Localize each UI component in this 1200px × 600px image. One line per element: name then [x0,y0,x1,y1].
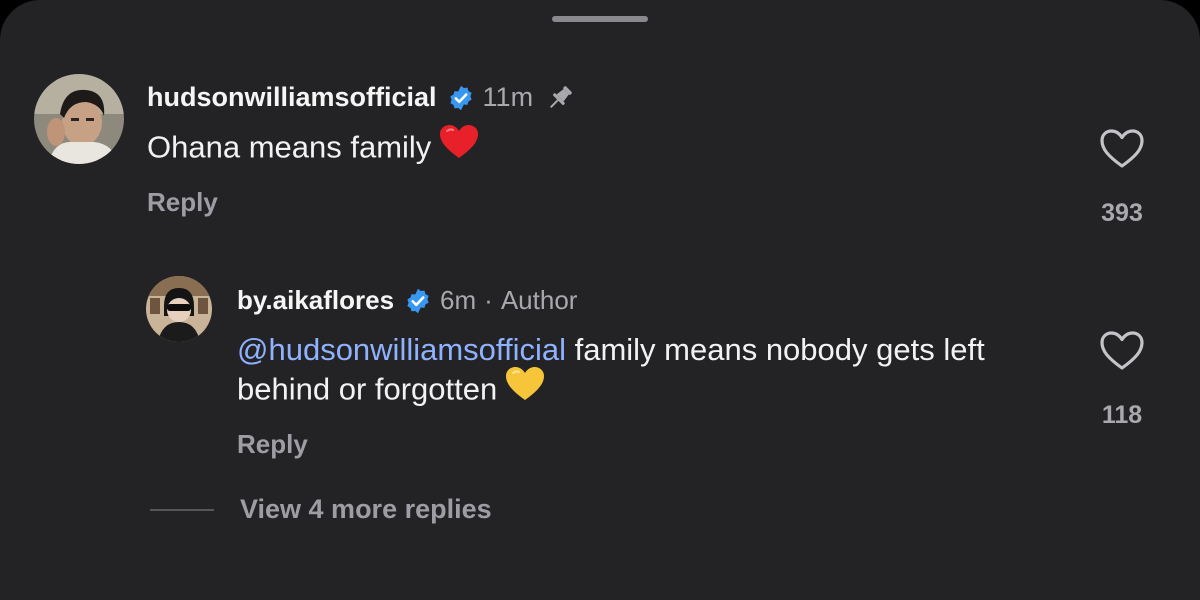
author-tag: Author [500,285,578,315]
like-control: 118 [1082,330,1162,430]
username-text[interactable]: hudsonwilliamsofficial [147,82,437,113]
comment-username[interactable]: hudsonwilliamsofficial 11m [147,82,575,113]
like-count: 118 [1101,401,1143,429]
view-more-replies-button[interactable]: View 4 more replies [150,494,492,525]
comment-timestamp: 11m [482,82,534,112]
username-text[interactable]: by.aikaflores [237,285,394,316]
comment-text: Ohana means family [147,124,479,172]
verified-badge-icon [404,287,432,315]
sheet-grabber[interactable] [552,16,648,22]
view-more-label[interactable]: View 4 more replies [240,494,492,525]
reply-username[interactable]: by.aikaflores 6m · Author [237,285,577,316]
red-heart-icon [439,124,479,169]
reply-timestamp: 6m [440,285,477,315]
avatar[interactable] [146,276,212,342]
reply-button[interactable]: Reply [237,429,308,460]
comments-sheet: hudsonwilliamsofficial 11m Ohana means f… [0,0,1200,600]
verified-badge-icon [447,84,475,112]
avatar[interactable] [34,74,124,164]
comment-body: Ohana means family [147,129,432,165]
like-control: 393 [1082,128,1162,228]
mention-link[interactable]: @hudsonwilliamsofficial [237,332,566,367]
divider-line [150,508,214,511]
yellow-heart-icon [505,366,545,411]
heart-outline-icon[interactable] [1099,330,1145,377]
pin-icon [545,83,575,113]
meta-separator: · [484,285,493,315]
reply-button[interactable]: Reply [147,187,218,218]
heart-outline-icon[interactable] [1099,128,1145,175]
like-count: 393 [1101,199,1143,227]
reply-text: @hudsonwilliamsofficial family means nob… [237,330,1077,414]
